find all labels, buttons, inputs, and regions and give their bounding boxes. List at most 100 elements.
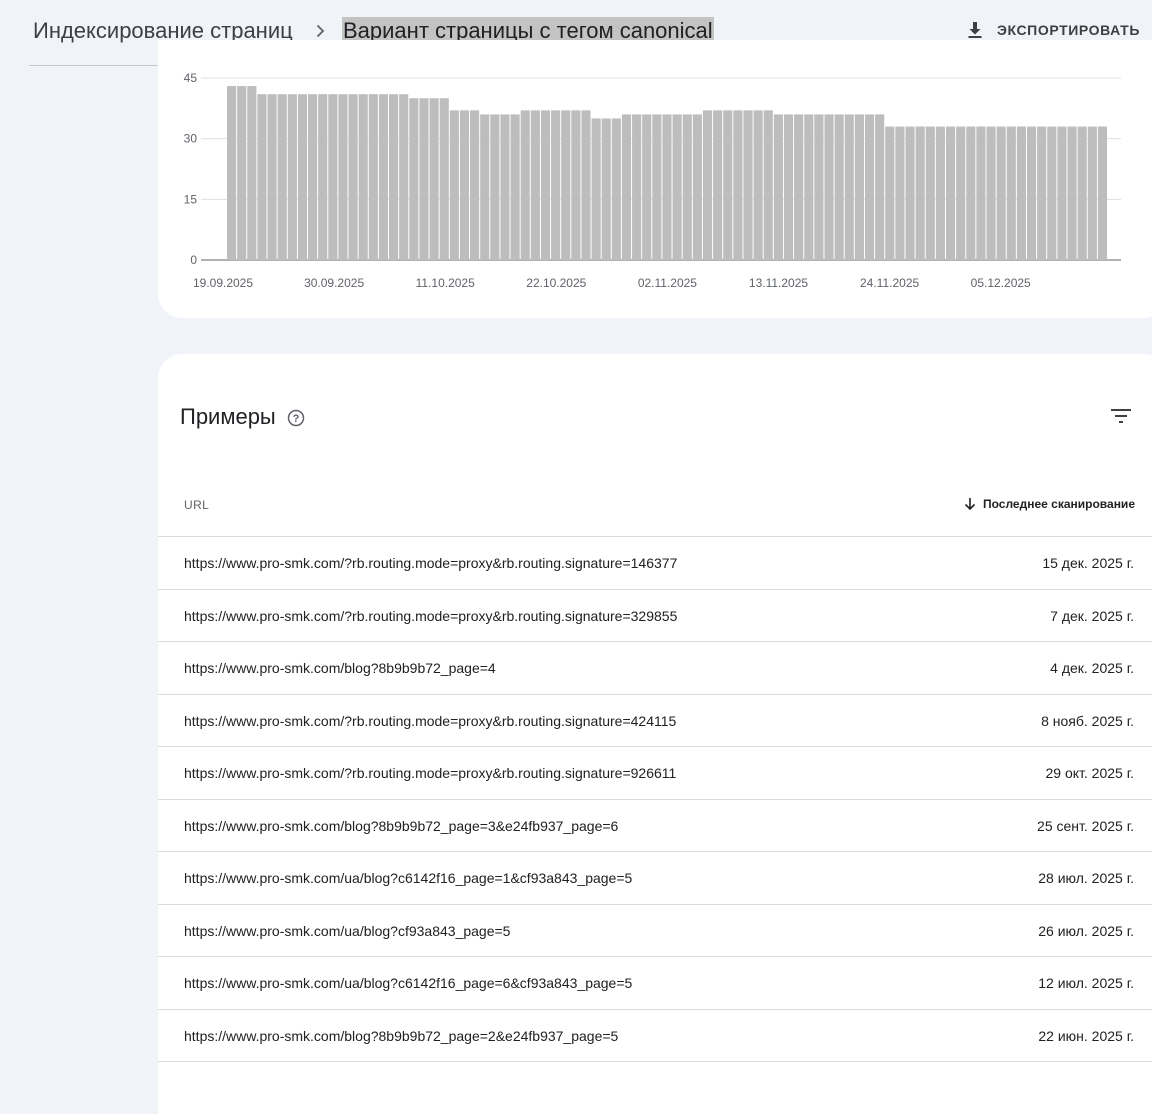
chart-bar[interactable] [389, 94, 399, 261]
chart-bar[interactable] [368, 94, 378, 261]
chart-bar[interactable] [834, 114, 844, 261]
help-icon[interactable]: ? [287, 409, 305, 427]
chart-bar[interactable] [267, 94, 277, 261]
chart-bar[interactable] [500, 114, 510, 261]
table-row[interactable]: https://www.pro-smk.com/ua/blog?c6142f16… [158, 852, 1152, 905]
chart-bar[interactable] [1077, 126, 1087, 260]
chart-bar[interactable] [419, 98, 429, 260]
table-row[interactable]: https://www.pro-smk.com/?rb.routing.mode… [158, 747, 1152, 800]
chart-bar[interactable] [490, 114, 500, 261]
chart-bar[interactable] [591, 118, 601, 260]
chart-bar[interactable] [662, 114, 672, 261]
chart-bar[interactable] [1037, 126, 1047, 260]
chart-bar[interactable] [925, 126, 935, 260]
table-row[interactable]: https://www.pro-smk.com/?rb.routing.mode… [158, 590, 1152, 642]
chart-bar[interactable] [297, 94, 308, 261]
chart-bar[interactable] [409, 98, 419, 260]
chart-bar[interactable] [470, 110, 480, 260]
chart-bar[interactable] [520, 110, 530, 260]
chart-bar[interactable] [642, 114, 652, 261]
chart-bar[interactable] [723, 110, 733, 260]
chart-bar[interactable] [945, 126, 956, 260]
chart-bar[interactable] [227, 86, 237, 260]
chart-bar[interactable] [713, 110, 723, 260]
chart-bar[interactable] [510, 114, 520, 261]
chart-bar[interactable] [611, 118, 621, 260]
chart-bar[interactable] [1057, 126, 1067, 260]
chart-bar[interactable] [247, 86, 257, 260]
chart-bar[interactable] [1026, 126, 1037, 260]
column-header-url[interactable]: URL [184, 498, 209, 512]
chart-bar[interactable] [885, 126, 895, 260]
chart-bar[interactable] [652, 114, 662, 261]
filter-icon[interactable] [1109, 404, 1133, 428]
table-row[interactable]: https://www.pro-smk.com/?rb.routing.mode… [158, 537, 1152, 590]
chart-bar[interactable] [672, 114, 682, 261]
chart-bar[interactable] [581, 110, 591, 260]
chart-bar[interactable] [561, 110, 571, 260]
chart-bar[interactable] [794, 114, 804, 261]
chart-bar[interactable] [854, 114, 864, 261]
chart-bar[interactable] [449, 110, 459, 260]
table-row[interactable]: https://www.pro-smk.com/ua/blog?c6142f16… [158, 957, 1152, 1010]
table-row[interactable]: https://www.pro-smk.com/blog?8b9b9b72_pa… [158, 642, 1152, 695]
chart-bar[interactable] [459, 110, 470, 260]
chart-bar[interactable] [864, 114, 875, 261]
chart-bar[interactable] [1097, 126, 1107, 260]
chart-bar[interactable] [814, 114, 824, 261]
chart-bar[interactable] [763, 110, 773, 260]
chart-bar[interactable] [743, 110, 753, 260]
chart-bar[interactable] [1006, 126, 1016, 260]
chart-bar[interactable] [966, 126, 976, 260]
chart-bar[interactable] [804, 114, 814, 261]
chart-bar[interactable] [1047, 126, 1057, 260]
chart-bar[interactable] [540, 110, 551, 260]
chart-bar[interactable] [530, 110, 540, 260]
chart-bar[interactable] [378, 94, 389, 261]
chart-bar[interactable] [399, 94, 409, 261]
chart-bar[interactable] [318, 94, 328, 261]
chart-bar[interactable] [702, 110, 713, 260]
chart-bar[interactable] [439, 98, 449, 260]
chart-bar[interactable] [358, 94, 368, 261]
chart-bar[interactable] [429, 98, 439, 260]
chart-bar[interactable] [905, 126, 915, 260]
chart-bar[interactable] [692, 114, 702, 261]
chart-bar[interactable] [621, 114, 632, 261]
chart-bar[interactable] [632, 114, 642, 261]
table-row[interactable]: https://www.pro-smk.com/blog?8b9b9b72_pa… [158, 800, 1152, 852]
chart-bar[interactable] [1087, 126, 1097, 260]
chart-bar[interactable] [328, 94, 338, 261]
chart-bar[interactable] [551, 110, 561, 260]
chart-bar[interactable] [308, 94, 318, 261]
chart-bar[interactable] [783, 114, 794, 261]
chart-bar[interactable] [986, 126, 996, 260]
chart-bar[interactable] [935, 126, 945, 260]
chart-bar[interactable] [682, 114, 692, 261]
chart-bar[interactable] [480, 114, 490, 261]
table-row[interactable]: https://www.pro-smk.com/?rb.routing.mode… [158, 695, 1152, 747]
chart-bar[interactable] [996, 126, 1006, 260]
chart-bar[interactable] [571, 110, 581, 260]
column-header-last-crawl[interactable]: Последнее сканирование [963, 497, 1135, 511]
chart-bar[interactable] [277, 94, 287, 261]
chart-bar[interactable] [338, 94, 348, 261]
chart-bar[interactable] [753, 110, 763, 260]
chart-bar[interactable] [601, 118, 611, 260]
chart-bar[interactable] [1067, 126, 1077, 260]
chart-bar[interactable] [824, 114, 834, 261]
chart-bar[interactable] [956, 126, 966, 260]
chart-bar[interactable] [733, 110, 743, 260]
chart-bar[interactable] [844, 114, 854, 261]
chart-bar[interactable] [257, 94, 267, 261]
table-row[interactable]: https://www.pro-smk.com/ua/blog?cf93a843… [158, 905, 1152, 957]
chart-bar[interactable] [1016, 126, 1026, 260]
chart-bar[interactable] [237, 86, 247, 260]
chart-bar[interactable] [773, 114, 783, 261]
table-row[interactable]: https://www.pro-smk.com/blog?8b9b9b72_pa… [158, 1010, 1152, 1062]
chart-bar[interactable] [875, 114, 885, 261]
chart-bar[interactable] [895, 126, 905, 260]
chart-bar[interactable] [348, 94, 358, 261]
chart-bar[interactable] [976, 126, 986, 260]
chart-bar[interactable] [915, 126, 925, 260]
